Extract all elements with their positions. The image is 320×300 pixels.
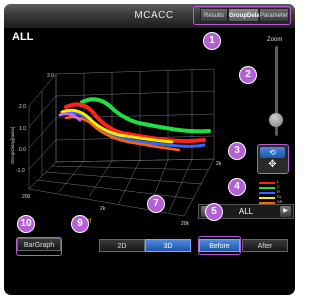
view-mode-control: ⟲ ✥ [257, 144, 289, 174]
move-icon[interactable]: ✥ [260, 159, 285, 171]
callout-9: 9 [72, 216, 88, 232]
before-highlight [198, 236, 241, 255]
view-2d-button[interactable]: 2D [99, 239, 145, 252]
mcacc-window: MCACC Results GroupDelay Parameter ALL 3… [4, 4, 295, 295]
depth-tick-2k: 2k [216, 161, 222, 167]
next-channel-button[interactable]: ▶ [280, 206, 291, 217]
legend-swatch [259, 192, 275, 194]
app-title: MCACC [134, 10, 174, 21]
z-tick: 2.0 [19, 104, 26, 110]
tab-group-highlight [193, 6, 291, 25]
title-bar: MCACC Results GroupDelay Parameter [4, 4, 295, 28]
z-tick: -1.0 [16, 168, 25, 174]
view-3d-button[interactable]: 3D [145, 239, 191, 252]
callout-10: 10 [18, 216, 34, 232]
bargraph-highlight [16, 237, 62, 256]
z-axis-label: GroupDelay[msec] [10, 127, 15, 164]
plot-curves [58, 97, 211, 152]
callout-5: 5 [206, 204, 222, 220]
zoom-slider-thumb[interactable] [269, 113, 283, 127]
callout-7: 7 [148, 196, 164, 212]
callout-1: 1 [204, 33, 220, 49]
legend-swatch [259, 197, 275, 199]
z-tick: 3.0 [47, 73, 54, 79]
rotate-icon[interactable]: ⟲ [260, 147, 285, 158]
z-tick: 1.0 [19, 126, 26, 132]
channel-heading: ALL [12, 31, 34, 43]
legend-swatch [259, 187, 275, 189]
z-axis-ticks: 3.0 2.0 1.0 0.0 -1.0 [16, 73, 54, 174]
z-tick: 0.0 [19, 147, 26, 153]
freq-tick-20k: 20k [181, 221, 190, 227]
callout-3: 3 [229, 143, 245, 159]
legend-swatch [259, 182, 275, 184]
zoom-label: Zoom [267, 37, 283, 43]
channel-selector-value: ALL [238, 207, 254, 216]
freq-tick-2k: 2k [100, 206, 106, 212]
callout-4: 4 [229, 179, 245, 195]
after-button[interactable]: After [242, 239, 288, 252]
freq-tick-200: 200 [22, 194, 31, 200]
callout-2: 2 [240, 67, 256, 83]
